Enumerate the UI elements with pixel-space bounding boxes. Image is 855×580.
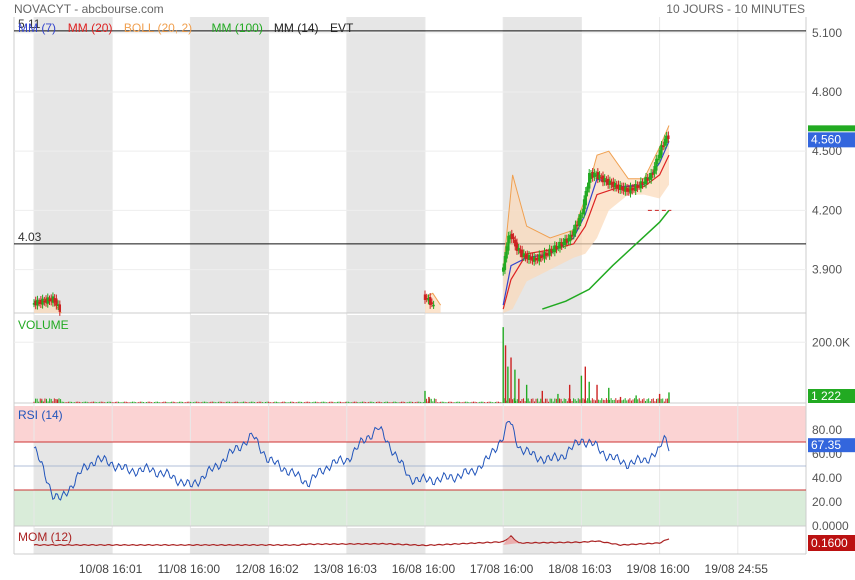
session-band — [190, 528, 269, 554]
price-tick-label: 5.100 — [812, 26, 842, 40]
rsi-oversold-zone — [14, 490, 806, 526]
session-band — [190, 315, 269, 403]
x-tick-label: 19/08 24:55 — [705, 562, 769, 576]
candle-body — [656, 158, 660, 161]
candle-body — [655, 158, 658, 171]
candle-body — [430, 302, 434, 304]
volume-panel-title: VOLUME — [18, 318, 69, 332]
rsi-tick-label: 40.00 — [812, 471, 842, 485]
x-tick-label: 11/08 16:00 — [158, 562, 221, 576]
legend-item: MM (14) — [274, 21, 319, 35]
price-tick-label: 4.800 — [812, 85, 842, 99]
rsi-tick-label: 20.00 — [812, 495, 842, 509]
rsi-overbought-zone — [14, 406, 806, 442]
legend-item: MM (7) — [18, 21, 56, 35]
x-tick-label: 19/08 16:00 — [626, 562, 690, 576]
last-price-prev-badge — [808, 125, 855, 132]
x-tick-label: 13/08 16:03 — [314, 562, 378, 576]
period-label: 10 JOURS - 10 MINUTES — [666, 2, 805, 16]
last-price-label: 4.560 — [811, 132, 841, 146]
session-band — [346, 17, 425, 313]
x-tick-label: 10/08 16:01 — [79, 562, 143, 576]
legend-item: MM (20) — [68, 21, 113, 35]
momentum-panel-title: MOM (12) — [18, 530, 72, 544]
session-band — [346, 315, 425, 403]
stock-chart: 5.1004.8004.5004.2003.9005.114.034.560MM… — [13, 17, 855, 576]
volume-last-label: 1 222 — [811, 389, 841, 403]
rsi-tick-label: 80.00 — [812, 423, 842, 437]
rsi-tick-label: 0.0000 — [812, 519, 849, 533]
x-tick-label: 12/08 16:02 — [235, 562, 299, 576]
candle-body — [667, 135, 670, 139]
session-band — [190, 17, 269, 313]
momentum-last-label: 0.1600 — [811, 536, 848, 550]
session-band — [346, 528, 425, 554]
legend-item: BOLL (20, 2) — [124, 21, 192, 35]
legend-item: MM (100) — [212, 21, 263, 35]
x-tick-label: 16/08 16:00 — [392, 562, 456, 576]
reference-line-label: 4.03 — [18, 230, 42, 244]
rsi-last-label: 67.35 — [811, 438, 841, 452]
x-tick-label: 17/08 16:00 — [470, 562, 534, 576]
candle-body — [432, 304, 435, 307]
candle-body — [512, 237, 515, 240]
candle-body — [579, 214, 582, 223]
price-tick-label: 3.900 — [812, 263, 842, 277]
legend-item: EVT — [330, 21, 354, 35]
candle-body — [58, 304, 62, 312]
candle-body — [661, 145, 665, 148]
candle-body — [584, 190, 587, 206]
rsi-panel-title: RSI (14) — [18, 408, 63, 422]
x-tick-label: 18/08 16:03 — [548, 562, 612, 576]
session-band — [34, 17, 113, 313]
price-tick-label: 4.200 — [812, 203, 842, 217]
volume-tick-label: 200.0K — [812, 335, 850, 349]
chart-title: NOVACYT - abcbourse.com — [14, 2, 164, 16]
